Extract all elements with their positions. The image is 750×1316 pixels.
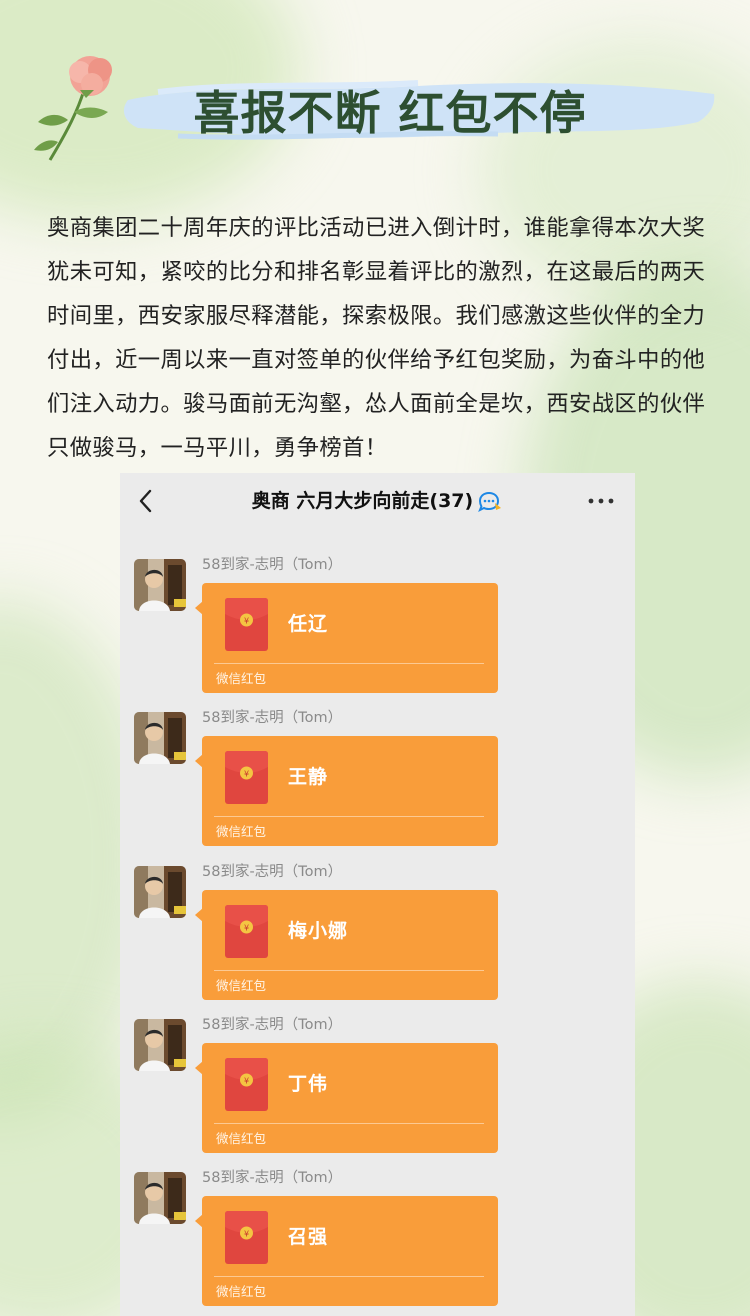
svg-text:¥: ¥	[244, 1230, 249, 1239]
message-row: 58到家-志明（Tom） ¥ 召强 微信红包	[120, 1164, 635, 1309]
more-dots-icon[interactable]	[587, 497, 615, 505]
sender-name: 58到家-志明（Tom）	[202, 1016, 343, 1033]
red-envelope-icon: ¥	[225, 904, 268, 958]
avatar[interactable]	[134, 559, 186, 611]
packet-label: 微信红包	[216, 824, 267, 840]
message-row: 58到家-志明（Tom） ¥ 丁伟 微信红包	[120, 1011, 635, 1156]
packet-recipient: 丁伟	[288, 1072, 329, 1095]
message-row: 58到家-志明（Tom） ¥ 王静 微信红包	[120, 704, 635, 849]
red-envelope-icon: ¥	[225, 598, 268, 651]
member-count: (37)	[429, 490, 474, 512]
announcement-paragraph: 奥商集团二十周年庆的评比活动已进入倒计时，谁能拿得本次大奖犹未可知，紧咬的比分和…	[47, 215, 706, 461]
message-row: 58到家-志明（Tom） ¥ 梅小娜 微信红包	[120, 858, 635, 1003]
header-banner: 喜报不断 红包不停	[0, 0, 750, 200]
avatar[interactable]	[134, 1172, 186, 1225]
red-packet-card[interactable]: ¥ 王静 微信红包	[195, 736, 498, 847]
avatar[interactable]	[134, 1018, 186, 1071]
message-row: 58到家-志明（Tom） ¥ 任辽 微信红包	[120, 551, 635, 696]
packet-label: 微信红包	[216, 1284, 267, 1300]
red-packet-card[interactable]: ¥ 丁伟 微信红包	[195, 1042, 498, 1153]
red-envelope-icon: ¥	[225, 751, 268, 805]
packet-recipient: 召强	[288, 1226, 329, 1249]
packet-divider	[214, 663, 484, 664]
chat-name: 奥商 六月大步向前走	[251, 490, 430, 512]
red-packet-card[interactable]: ¥ 召强 微信红包	[195, 1196, 498, 1307]
red-packet-card[interactable]: ¥ 任辽 微信红包	[195, 583, 498, 693]
packet-divider	[214, 969, 484, 971]
avatar[interactable]	[134, 865, 186, 918]
group-chat-icon	[478, 491, 502, 512]
packet-divider	[214, 1122, 484, 1124]
sender-name: 58到家-志明（Tom）	[202, 863, 343, 880]
svg-text:¥: ¥	[244, 617, 249, 626]
avatar[interactable]	[134, 712, 186, 765]
page-title: 喜报不断 红包不停	[193, 86, 587, 140]
red-envelope-icon: ¥	[225, 1057, 268, 1111]
packet-divider	[214, 816, 484, 818]
chat-top-bar: 奥商 六月大步向前走(37)	[120, 473, 635, 529]
chat-title: 奥商 六月大步向前走(37)	[120, 485, 635, 517]
packet-divider	[214, 1276, 484, 1278]
sender-name: 58到家-志明（Tom）	[202, 1170, 343, 1187]
red-packet-card[interactable]: ¥ 梅小娜 微信红包	[195, 889, 498, 1000]
packet-label: 微信红包	[216, 671, 267, 686]
packet-recipient: 梅小娜	[288, 919, 349, 942]
svg-text:¥: ¥	[244, 770, 249, 779]
svg-text:¥: ¥	[244, 923, 249, 932]
packet-recipient: 王静	[288, 766, 329, 789]
svg-text:¥: ¥	[244, 1076, 249, 1085]
red-envelope-icon: ¥	[225, 1211, 268, 1265]
chat-screenshot: 奥商 六月大步向前走(37) 58到家-志明（Tom） ¥ 任辽 微信红包 58…	[120, 473, 635, 1316]
sender-name: 58到家-志明（Tom）	[202, 710, 343, 727]
packet-recipient: 任辽	[288, 613, 329, 635]
packet-label: 微信红包	[216, 1130, 267, 1146]
sender-name: 58到家-志明（Tom）	[202, 557, 343, 573]
packet-label: 微信红包	[216, 977, 267, 993]
